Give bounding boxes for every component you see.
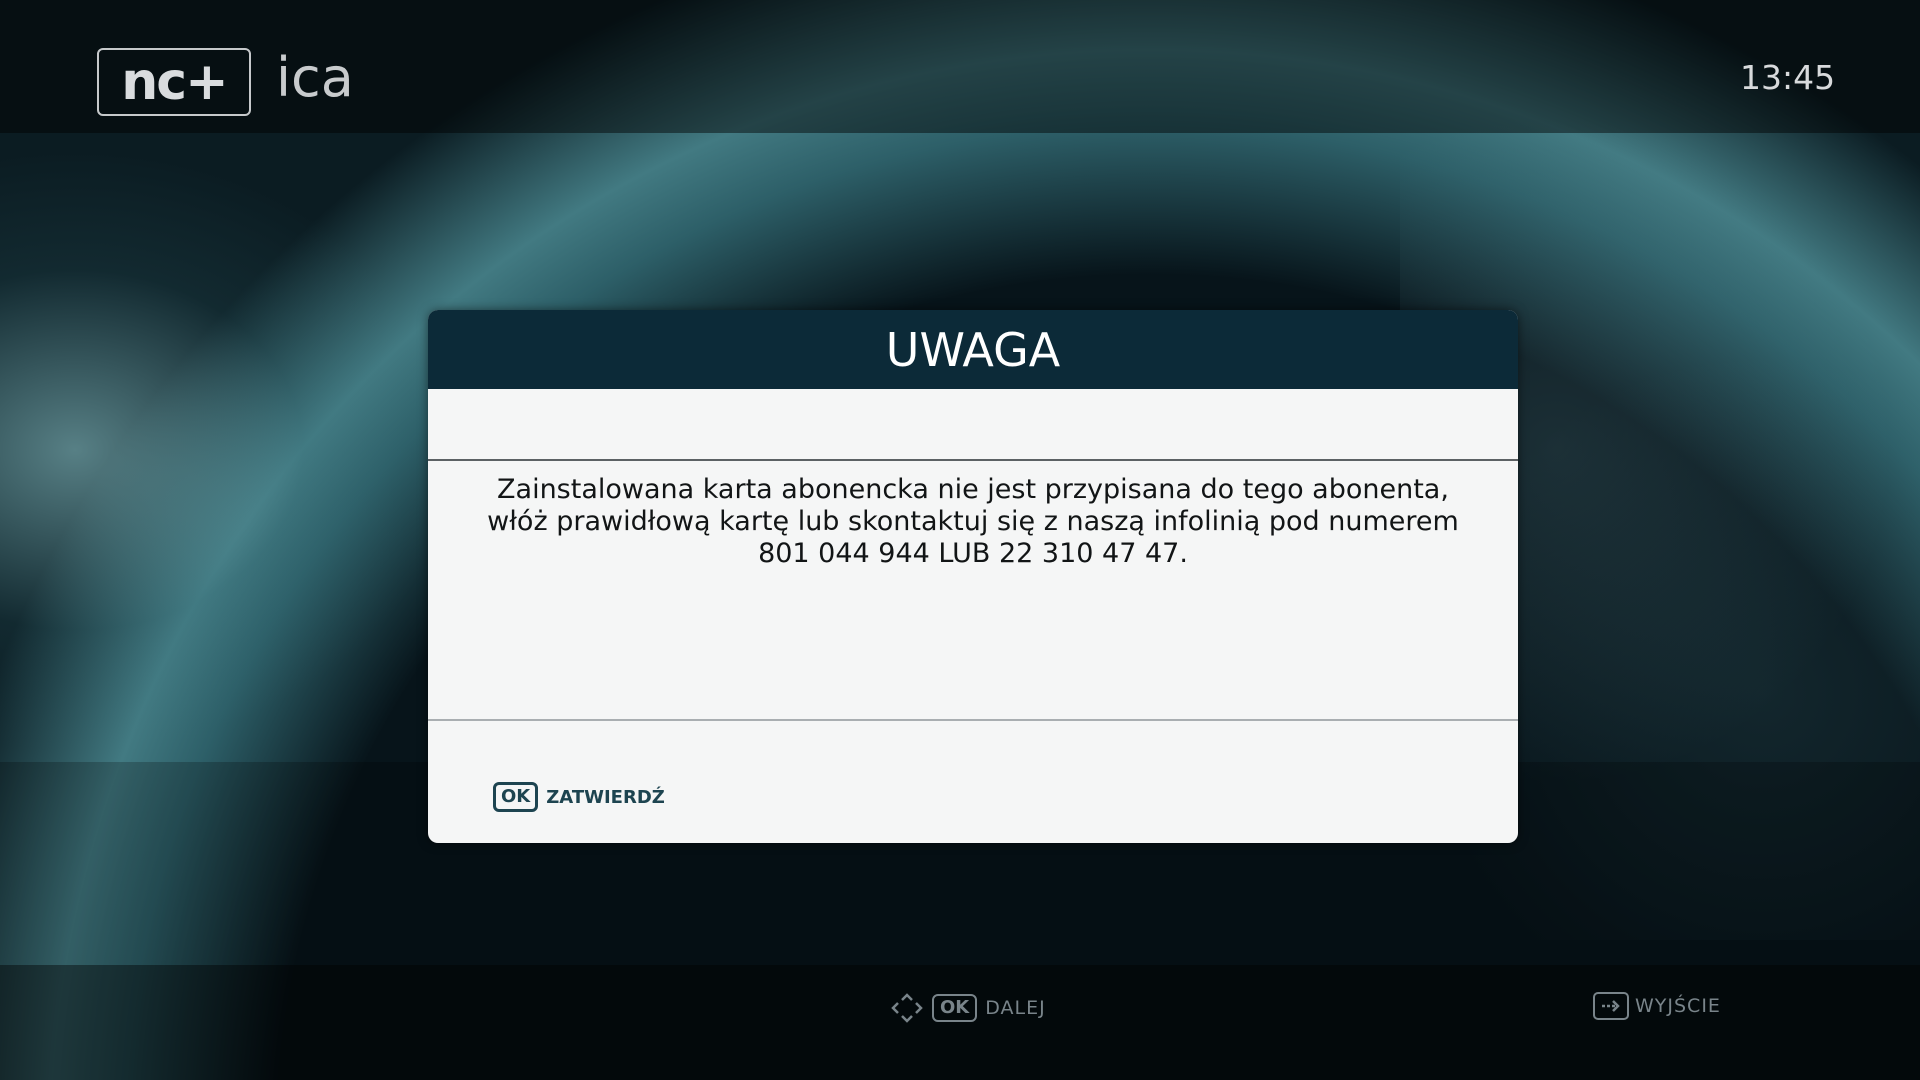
confirm-button[interactable]: OK ZATWIERDŹ (493, 781, 665, 813)
clock: 13:45 (1740, 58, 1836, 97)
next-hint[interactable]: OK DALEJ (890, 992, 1046, 1024)
dialog-title: UWAGA (428, 310, 1518, 389)
exit-label: WYJŚCIE (1635, 995, 1721, 1017)
ok-key-icon: OK (932, 994, 978, 1022)
arrows-icon (890, 993, 924, 1023)
brand-logo: nc+ (97, 48, 251, 116)
exit-icon (1593, 992, 1629, 1020)
exit-hint[interactable]: WYJŚCIE (1593, 990, 1721, 1022)
confirm-label: ZATWIERDŹ (546, 786, 665, 808)
next-label: DALEJ (985, 997, 1046, 1019)
dialog-message: Zainstalowana karta abonencka nie jest p… (487, 474, 1459, 569)
brand-logo-text: nc+ (121, 52, 228, 112)
brand-subtitle: ica (276, 46, 354, 109)
divider (428, 459, 1518, 461)
divider (428, 719, 1518, 721)
warning-dialog: UWAGA Zainstalowana karta abonencka nie … (428, 310, 1518, 843)
ok-key-icon: OK (493, 782, 539, 812)
